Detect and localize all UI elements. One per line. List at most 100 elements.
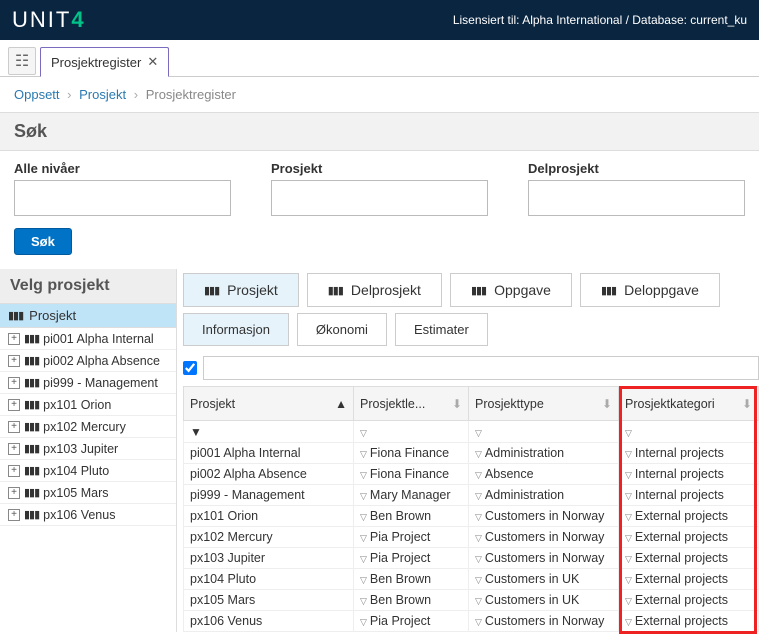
sub-tabs: Informasjon Økonomi Estimater xyxy=(183,311,759,354)
dropdown-icon: ▽ xyxy=(475,575,482,585)
tree-item[interactable]: + ▮▮▮ pi002 Alpha Absence xyxy=(0,350,176,372)
label-project: Prosjekt xyxy=(271,161,488,176)
col-prosjektleder[interactable]: Prosjektle...⬇ xyxy=(354,387,469,421)
tree-item[interactable]: + ▮▮▮ pi999 - Management xyxy=(0,372,176,394)
tree-item[interactable]: + ▮▮▮ px104 Pluto xyxy=(0,460,176,482)
cell: ▽Internal projects xyxy=(619,443,759,464)
filter-checkbox[interactable] xyxy=(183,361,197,375)
dropdown-icon: ▽ xyxy=(360,449,367,459)
table-row[interactable]: pi999 - Management▽Mary Manager▽Administ… xyxy=(184,485,759,506)
col-prosjekt[interactable]: Prosjekt▲ xyxy=(184,387,354,421)
filter-cell[interactable]: ▽ xyxy=(469,421,619,443)
input-levels[interactable] xyxy=(14,180,231,216)
dropdown-icon: ▽ xyxy=(475,533,482,543)
tree-item[interactable]: + ▮▮▮ px105 Mars xyxy=(0,482,176,504)
table-row[interactable]: px101 Orion▽Ben Brown▽Customers in Norwa… xyxy=(184,506,759,527)
table-row[interactable]: px102 Mercury▽Pia Project▽Customers in N… xyxy=(184,527,759,548)
expand-icon[interactable]: + xyxy=(8,509,20,521)
table-row[interactable]: px104 Pluto▽Ben Brown▽Customers in UK▽Ex… xyxy=(184,569,759,590)
search-button[interactable]: Søk xyxy=(14,228,72,255)
dropdown-icon: ▽ xyxy=(360,596,367,606)
tab-oppgave[interactable]: ▮▮▮Oppgave xyxy=(450,273,572,307)
dropdown-icon: ▽ xyxy=(625,617,632,627)
bar-icon: ▮▮▮ xyxy=(471,284,486,297)
table-row[interactable]: px103 Jupiter▽Pia Project▽Customers in N… xyxy=(184,548,759,569)
tab-strip: ☷ Prosjektregister ✕ xyxy=(0,40,759,77)
cell: ▽Fiona Finance xyxy=(354,464,469,485)
bar-icon: ▮▮▮ xyxy=(601,284,616,297)
table-row[interactable]: px106 Venus▽Pia Project▽Customers in Nor… xyxy=(184,611,759,632)
input-project[interactable] xyxy=(271,180,488,216)
cell: ▽Internal projects xyxy=(619,485,759,506)
cell: ▽Pia Project xyxy=(354,527,469,548)
crumb-prosjekt[interactable]: Prosjekt xyxy=(79,87,126,102)
expand-icon[interactable]: + xyxy=(8,355,20,367)
table-row[interactable]: px105 Mars▽Ben Brown▽Customers in UK▽Ext… xyxy=(184,590,759,611)
subtab-informasjon[interactable]: Informasjon xyxy=(183,313,289,346)
expand-icon[interactable]: + xyxy=(8,421,20,433)
expand-icon[interactable]: + xyxy=(8,465,20,477)
filter-cell[interactable]: ▼ xyxy=(184,421,354,443)
dropdown-icon: ▽ xyxy=(625,491,632,501)
funnel-icon: ▼ xyxy=(190,425,202,439)
subtab-okonomi[interactable]: Økonomi xyxy=(297,313,387,346)
license-text: Lisensiert til: Alpha International / Da… xyxy=(453,13,747,27)
dropdown-icon: ▽ xyxy=(625,470,632,480)
tab-deloppgave[interactable]: ▮▮▮Deloppgave xyxy=(580,273,720,307)
dropdown-icon: ▽ xyxy=(625,449,632,459)
label-levels: Alle nivåer xyxy=(14,161,231,176)
subtab-estimater[interactable]: Estimater xyxy=(395,313,488,346)
tree-item[interactable]: + ▮▮▮ px102 Mercury xyxy=(0,416,176,438)
cell: px103 Jupiter xyxy=(184,548,354,569)
dropdown-icon: ▽ xyxy=(360,554,367,564)
tree-item[interactable]: + ▮▮▮ px101 Orion xyxy=(0,394,176,416)
filter-cell[interactable]: ▽ xyxy=(354,421,469,443)
input-subproject[interactable] xyxy=(528,180,745,216)
sidebar: Velg prosjekt ▮▮▮ Prosjekt + ▮▮▮ pi001 A… xyxy=(0,269,177,632)
filter-text[interactable] xyxy=(203,356,759,380)
bar-icon: ▮▮▮ xyxy=(328,284,343,297)
sort-down-icon: ⬇ xyxy=(742,397,752,411)
bar-icon: ▮▮▮ xyxy=(24,420,39,433)
tree-item-label: pi001 Alpha Internal xyxy=(43,332,154,346)
cell: px101 Orion xyxy=(184,506,354,527)
tab-delprosjekt[interactable]: ▮▮▮Delprosjekt xyxy=(307,273,442,307)
dropdown-icon: ▽ xyxy=(360,491,367,501)
filter-cell[interactable]: ▽ xyxy=(619,421,759,443)
cell: ▽External projects xyxy=(619,569,759,590)
expand-icon[interactable]: + xyxy=(8,399,20,411)
expand-icon[interactable]: + xyxy=(8,443,20,455)
tree-item[interactable]: + ▮▮▮ pi001 Alpha Internal xyxy=(0,328,176,350)
table-row[interactable]: pi002 Alpha Absence▽Fiona Finance▽Absenc… xyxy=(184,464,759,485)
main-menu-button[interactable]: ☷ xyxy=(8,47,36,75)
bar-icon: ▮▮▮ xyxy=(24,332,39,345)
dropdown-icon: ▽ xyxy=(475,596,482,606)
expand-icon[interactable]: + xyxy=(8,377,20,389)
table-row[interactable]: pi001 Alpha Internal▽Fiona Finance▽Admin… xyxy=(184,443,759,464)
tab-prosjekt[interactable]: ▮▮▮Prosjekt xyxy=(183,273,299,307)
tree-item[interactable]: + ▮▮▮ px106 Venus xyxy=(0,504,176,526)
tree-root[interactable]: ▮▮▮ Prosjekt xyxy=(0,304,176,328)
col-prosjektkategori[interactable]: Prosjektkategori⬇ xyxy=(619,387,759,421)
close-icon[interactable]: ✕ xyxy=(147,54,158,70)
cell: ▽Customers in Norway xyxy=(469,611,619,632)
crumb-current: Prosjektregister xyxy=(146,87,236,102)
expand-icon[interactable]: + xyxy=(8,487,20,499)
tree-item-label: px102 Mercury xyxy=(43,420,126,434)
crumb-oppsett[interactable]: Oppsett xyxy=(14,87,60,102)
expand-icon[interactable]: + xyxy=(8,333,20,345)
cell: ▽Administration xyxy=(469,443,619,464)
dropdown-icon: ▽ xyxy=(625,554,632,564)
dropdown-icon: ▽ xyxy=(360,470,367,480)
cell: px104 Pluto xyxy=(184,569,354,590)
cell: ▽Pia Project xyxy=(354,548,469,569)
dropdown-icon: ▽ xyxy=(475,512,482,522)
bar-icon: ▮▮▮ xyxy=(24,442,39,455)
cell: ▽External projects xyxy=(619,590,759,611)
search-section-title: Søk xyxy=(0,112,759,151)
col-prosjekttype[interactable]: Prosjekttype⬇ xyxy=(469,387,619,421)
tree-item[interactable]: + ▮▮▮ px103 Jupiter xyxy=(0,438,176,460)
tree-item-label: px105 Mars xyxy=(43,486,108,500)
bar-icon: ▮▮▮ xyxy=(24,464,39,477)
tab-prosjektregister[interactable]: Prosjektregister ✕ xyxy=(40,47,169,77)
